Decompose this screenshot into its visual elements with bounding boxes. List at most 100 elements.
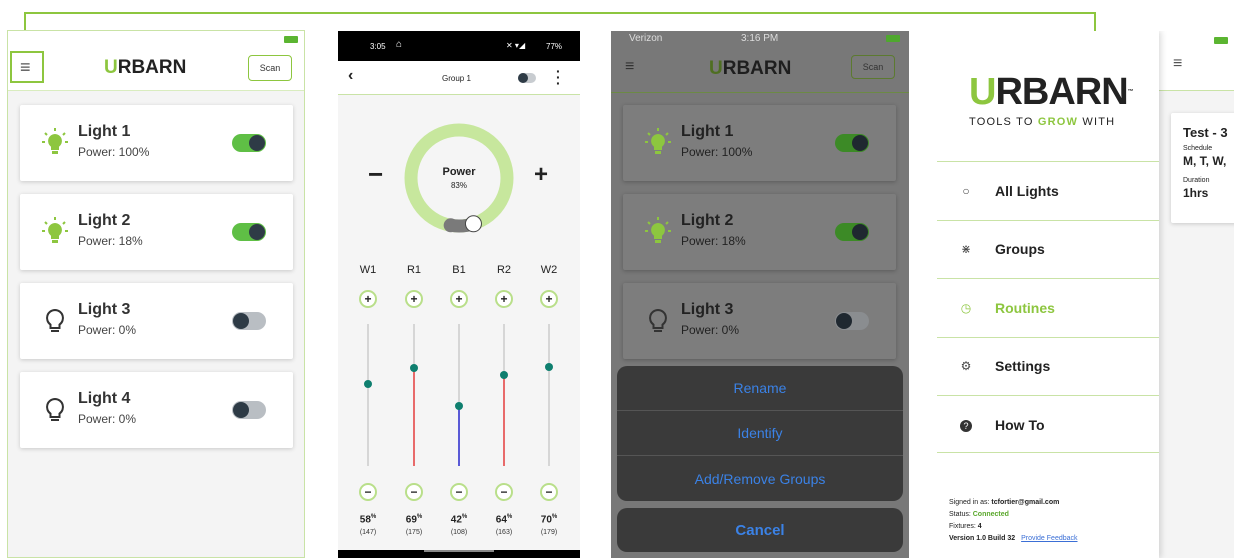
signed-in: Signed in as: tcfortier@gmail.com [949, 499, 1060, 506]
light-toggle[interactable] [835, 312, 869, 330]
bulb-off-icon [42, 305, 68, 335]
hamburger-menu-icon[interactable]: ≡ [20, 58, 31, 76]
urbarn-logo: URBARN [104, 57, 187, 78]
light-card[interactable]: Light 1 Power: 100% [623, 105, 896, 181]
more-options-icon[interactable]: · · · [556, 64, 561, 90]
channel-label: R2 [496, 264, 512, 276]
drawer-item-all-lights[interactable]: ○ All Lights [937, 161, 1159, 219]
channel-fill [367, 383, 369, 466]
channel-slider-knob[interactable] [455, 402, 463, 411]
power-dial[interactable] [401, 120, 517, 236]
channel-slider-knob[interactable] [500, 371, 508, 380]
light-name: Light 1 [681, 123, 734, 140]
help-icon: ? [937, 418, 995, 432]
light-power: Power: 100% [78, 145, 150, 159]
light-toggle[interactable] [232, 134, 266, 152]
drawer-item-label: Routines [995, 299, 1055, 316]
light-card[interactable]: Light 2 Power: 18% [20, 194, 293, 270]
bulb-on-icon [645, 216, 671, 246]
screen-light-list: ≡ URBARN Scan Light 1 Power: 100% Light … [7, 30, 305, 558]
light-card[interactable]: Light 4 Power: 0% [20, 372, 293, 448]
connection-status: Status: Connected [949, 511, 1009, 518]
light-toggle[interactable] [232, 223, 266, 241]
channel-slider-knob[interactable] [545, 362, 553, 371]
channel-label: W2 [540, 264, 558, 276]
power-decrease-button[interactable]: − [368, 159, 383, 190]
light-power: Power: 0% [681, 323, 740, 337]
channel-increase-button[interactable]: + [495, 290, 513, 308]
bulb-off-icon [645, 305, 671, 335]
home-indicator [424, 550, 494, 552]
channel-fill [413, 368, 415, 466]
app-header: ≡ URBARN Scan [8, 31, 304, 91]
action-rename-button[interactable]: Rename [617, 366, 903, 411]
drawer-item-how-to[interactable]: ? How To [937, 395, 1159, 453]
power-increase-button[interactable]: + [534, 161, 548, 189]
light-toggle[interactable] [232, 401, 266, 419]
channel-label: W1 [359, 264, 377, 276]
channel-fill [548, 366, 550, 466]
battery-percent: 77% [546, 42, 563, 51]
group-toggle[interactable] [518, 73, 536, 83]
channel-decrease-button[interactable]: − [359, 483, 377, 501]
drawer-bottom-divider [937, 452, 1159, 453]
drawer-item-groups[interactable]: ⋇ Groups [937, 219, 1159, 278]
channel-increase-button[interactable]: + [405, 290, 423, 308]
light-toggle[interactable] [835, 134, 869, 152]
drawer-item-routines[interactable]: ◷ Routines [937, 278, 1159, 336]
battery-icon [284, 36, 298, 43]
background-app: ≡ Test - 3 Schedule M, T, W, Duration 1h… [1159, 31, 1234, 558]
channel-slider-knob[interactable] [410, 364, 418, 373]
signal-icon: ✕ ▾◢ [506, 41, 526, 50]
channel-slider-knob[interactable] [364, 379, 372, 388]
light-toggle[interactable] [232, 312, 266, 330]
channel-increase-button[interactable]: + [359, 290, 377, 308]
light-power: Power: 0% [78, 412, 137, 426]
bulb-on-icon [645, 127, 671, 157]
channel-decrease-button[interactable]: − [450, 483, 468, 501]
channel-increase-button[interactable]: + [450, 290, 468, 308]
light-name: Light 2 [681, 212, 734, 229]
channel-percent: 58% [359, 514, 377, 526]
schedule-label: Schedule [1183, 145, 1213, 152]
gear-icon: ⚙ [960, 359, 972, 373]
ios-status-bar: Verizon 3:16 PM [611, 31, 909, 49]
battery-icon [886, 35, 900, 42]
channel-fill [458, 406, 460, 466]
cancel-button[interactable]: Cancel [735, 522, 784, 539]
background-header: ≡ [1159, 31, 1234, 91]
light-card[interactable]: Light 2 Power: 18% [623, 194, 896, 270]
action-sheet: Rename Identify Add/Remove Groups [617, 366, 903, 501]
channel-percent: 70% [540, 514, 558, 526]
light-power: Power: 100% [681, 145, 753, 159]
action-identify-button[interactable]: Identify [617, 411, 903, 456]
routine-card[interactable]: Test - 3 Schedule M, T, W, Duration 1hrs [1171, 113, 1234, 223]
light-name: Light 3 [78, 301, 131, 318]
drawer-item-label: Settings [995, 358, 1051, 374]
light-toggle[interactable] [835, 223, 869, 241]
app-header: ≡ URBARN Scan [611, 49, 909, 93]
light-card[interactable]: Light 3 Power: 0% [20, 283, 293, 359]
drawer-item-settings[interactable]: ⚙ Settings [937, 336, 1159, 395]
channel-label: R1 [406, 264, 422, 276]
action-add-remove-groups-button[interactable]: Add/Remove Groups [617, 456, 903, 501]
channel-count: (163) [495, 529, 513, 536]
light-name: Light 1 [78, 123, 131, 140]
light-name: Light 3 [681, 301, 734, 318]
channel-increase-button[interactable]: + [540, 290, 558, 308]
back-chevron-icon[interactable]: ‹ [348, 67, 353, 85]
scan-button[interactable]: Scan [851, 55, 895, 79]
channel-fill [503, 375, 505, 466]
light-card[interactable]: Light 3 Power: 0% [623, 283, 896, 359]
channel-decrease-button[interactable]: − [405, 483, 423, 501]
channel-decrease-button[interactable]: − [495, 483, 513, 501]
channel-decrease-button[interactable]: − [540, 483, 558, 501]
light-power: Power: 18% [681, 234, 746, 248]
status-time: 3:05 [370, 42, 386, 51]
hamburger-menu-icon[interactable]: ≡ [625, 58, 634, 76]
provide-feedback-link[interactable]: Provide Feedback [1021, 535, 1077, 542]
bulb-on-icon [42, 216, 68, 246]
light-card[interactable]: Light 1 Power: 100% [20, 105, 293, 181]
duration-value: 1hrs [1183, 186, 1209, 200]
scan-button[interactable]: Scan [248, 55, 292, 81]
